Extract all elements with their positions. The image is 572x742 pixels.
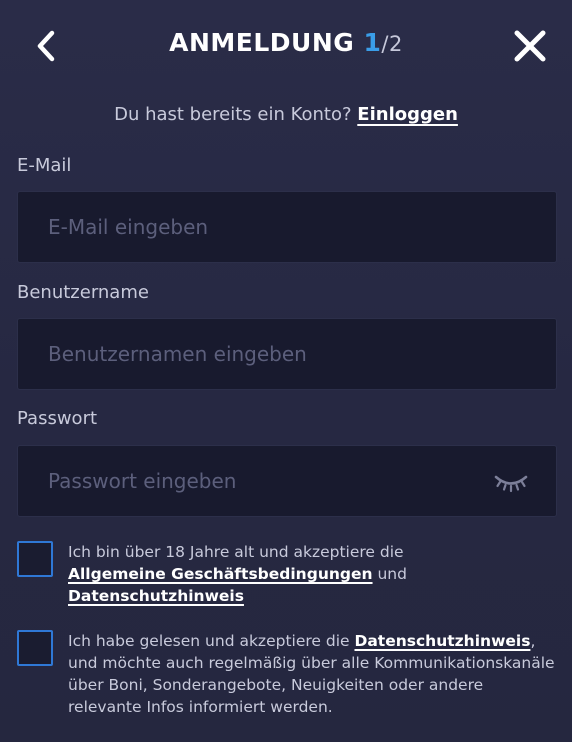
email-field-container [17,191,557,263]
age-consent-text-before: Ich bin über 18 Jahre alt und akzeptiere… [68,543,404,561]
age-consent-checkbox[interactable] [17,541,53,577]
header: ANMELDUNG 1/2 [0,0,572,92]
marketing-consent-text-before: Ich habe gelesen und akzeptiere die [68,632,350,650]
age-consent-text: Ich bin über 18 Jahre alt und akzeptiere… [68,541,558,607]
email-field[interactable] [18,192,556,262]
privacy-link[interactable]: Datenschutzhinweis [68,587,244,605]
username-field[interactable] [18,319,556,389]
step-total: /2 [381,32,403,56]
username-label: Benutzername [17,282,149,303]
login-prompt-text: Du hast bereits ein Konto? [114,104,352,125]
marketing-privacy-link[interactable]: Datenschutzhinweis [354,632,530,650]
age-consent-and: und [377,565,407,583]
close-button[interactable] [510,26,550,66]
password-label: Passwort [17,408,98,429]
login-link[interactable]: Einloggen [357,104,458,125]
terms-link[interactable]: Allgemeine Geschäftsbedingungen [68,565,373,583]
login-prompt: Du hast bereits ein Konto? Einloggen [0,104,572,125]
username-field-container [17,318,557,390]
close-icon [514,30,546,62]
email-label: E-Mail [17,155,72,176]
step-current: 1 [363,28,382,57]
page-title: ANMELDUNG 1/2 [0,28,572,57]
eye-closed-icon[interactable] [494,470,528,494]
title-text: ANMELDUNG [169,28,355,57]
marketing-consent-checkbox[interactable] [17,630,53,666]
password-field-container [17,445,557,517]
marketing-consent-text: Ich habe gelesen und akzeptiere die Date… [68,630,558,718]
password-field[interactable] [18,446,556,516]
